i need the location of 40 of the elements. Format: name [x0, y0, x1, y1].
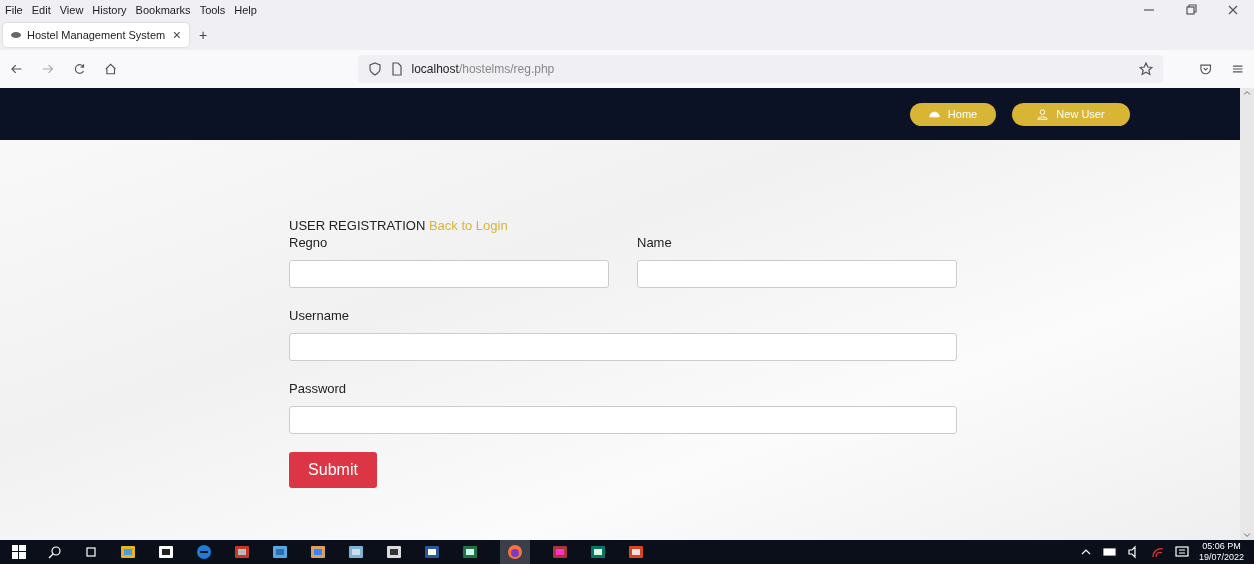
- menu-item[interactable]: File: [5, 4, 23, 16]
- back-icon[interactable]: [10, 62, 24, 76]
- home-icon[interactable]: [104, 62, 118, 76]
- submit-button[interactable]: Submit: [289, 452, 377, 488]
- url-text: localhost/hostelms/reg.php: [411, 62, 555, 76]
- address-bar[interactable]: localhost/hostelms/reg.php: [357, 55, 1164, 83]
- menu-item[interactable]: Bookmarks: [135, 4, 191, 16]
- new-tab-button[interactable]: +: [199, 27, 208, 43]
- shield-icon[interactable]: [367, 62, 382, 76]
- input-field[interactable]: [289, 260, 609, 288]
- browser-tab[interactable]: Hostel Management System ×: [3, 23, 189, 47]
- input-field[interactable]: [637, 260, 957, 288]
- menu-item[interactable]: Edit: [31, 4, 51, 16]
- menu-item[interactable]: History: [92, 4, 127, 16]
- menu-icon[interactable]: [1230, 62, 1244, 76]
- close-icon[interactable]: [1226, 3, 1240, 17]
- battery-icon[interactable]: [1102, 545, 1117, 559]
- tab-favicon-icon: [11, 32, 21, 38]
- tab-close-button[interactable]: ×: [172, 27, 181, 43]
- field-label: Name: [637, 235, 673, 250]
- menu-item[interactable]: Help: [234, 4, 257, 16]
- menu-item[interactable]: View: [59, 4, 84, 16]
- task-view-icon[interactable]: [84, 545, 98, 559]
- star-icon[interactable]: [1139, 62, 1154, 76]
- search-icon[interactable]: [48, 545, 62, 559]
- wifi-icon[interactable]: [1150, 545, 1165, 559]
- field-label: Password: [289, 381, 348, 396]
- reload-icon[interactable]: [72, 62, 87, 76]
- taskbar-clock[interactable]: 05:06 PM 19/07/2022: [1198, 541, 1244, 563]
- input-field[interactable]: [289, 406, 957, 434]
- pocket-icon[interactable]: [1199, 62, 1213, 76]
- input-field[interactable]: [289, 333, 957, 361]
- windows-start-icon[interactable]: [12, 545, 26, 559]
- field-label: Username: [289, 308, 350, 323]
- restore-icon[interactable]: [1184, 3, 1198, 17]
- menu-item[interactable]: Tools: [199, 4, 226, 16]
- notification-icon[interactable]: [1174, 545, 1189, 559]
- page-icon[interactable]: [389, 62, 404, 76]
- form-heading: USER REGISTRATION Back to Login: [289, 218, 509, 233]
- field-label: Regno: [289, 235, 329, 250]
